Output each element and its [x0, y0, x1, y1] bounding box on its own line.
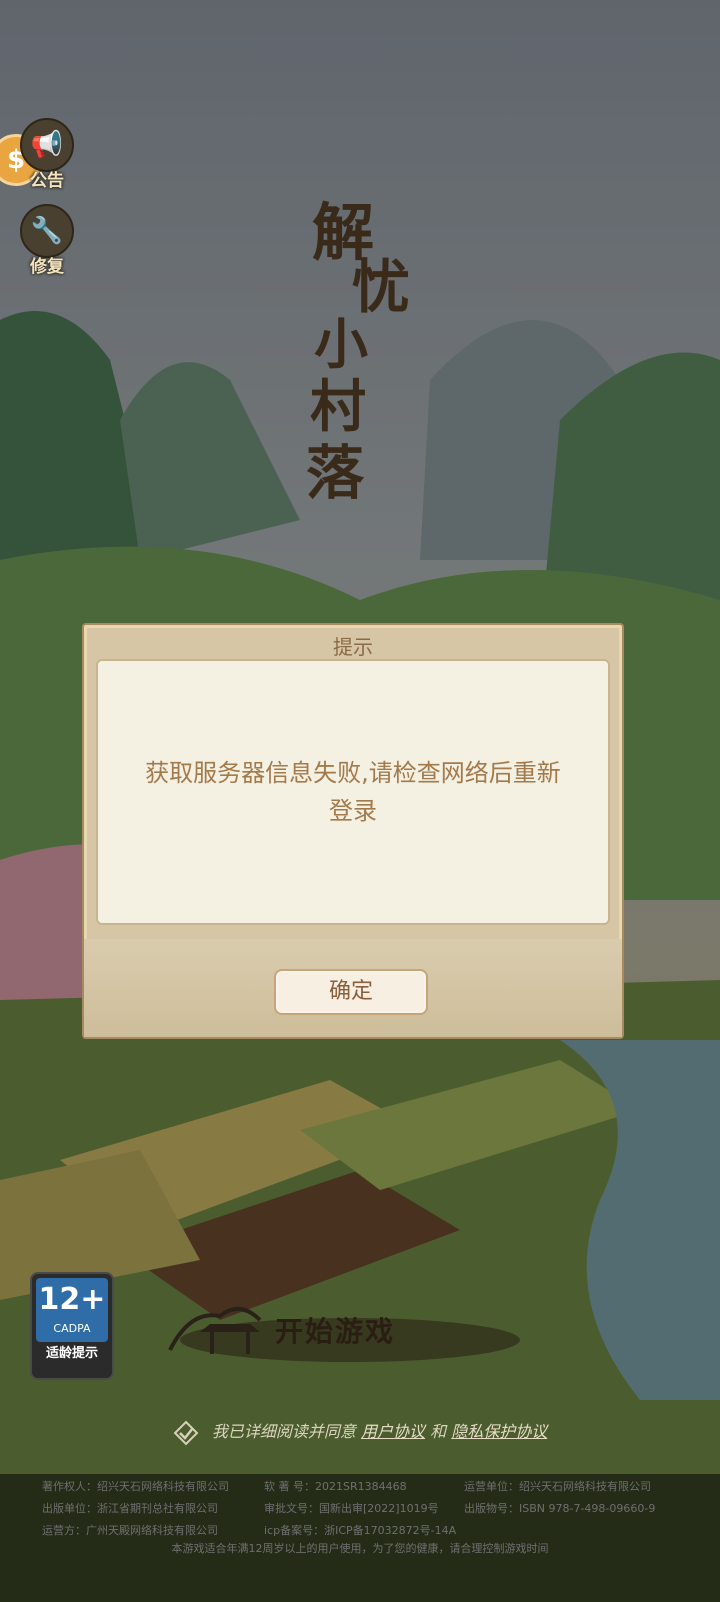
- footer-row: 运营方：广州天殿网络科技有限公司 icp备案号：浙ICP备17032872号-1…: [42, 1522, 682, 1542]
- privacy-agreement-link[interactable]: 隐私保护协议: [451, 1422, 547, 1441]
- footer-software-reg: 软 著 号：2021SR1384468: [264, 1480, 407, 1493]
- user-agreement-link[interactable]: 用户协议: [361, 1422, 425, 1441]
- age-rating-badge[interactable]: 12+ CADPA 适龄提示: [30, 1272, 114, 1380]
- dialog-body: 获取服务器信息失败,请检查网络后重新登录: [96, 659, 610, 925]
- start-game-label: 开始游戏: [275, 1315, 396, 1348]
- game-title-logo: 解 忧 小 村 落: [300, 182, 430, 507]
- wrench-icon: 🔧: [20, 204, 74, 258]
- agreement-prefix: 我已详细阅读并同意: [211, 1422, 356, 1441]
- footer-isbn: 出版物号：ISBN 978-7-498-09660-9: [464, 1502, 656, 1515]
- notice-label: 公告: [30, 171, 64, 191]
- title-char-5: 落: [306, 439, 365, 507]
- agreement-and: 和: [430, 1422, 447, 1441]
- notice-button[interactable]: 📢 公告: [18, 118, 76, 191]
- footer-operator: 运营方：广州天殿网络科技有限公司: [42, 1524, 218, 1537]
- footer-copyright-owner: 著作权人：绍兴天石网络科技有限公司: [42, 1480, 229, 1493]
- footer-approval-no: 审批文号：国新出审[2022]1019号: [264, 1502, 439, 1515]
- repair-button[interactable]: 🔧 修复: [18, 204, 76, 277]
- footer-operator-unit: 运营单位：绍兴天石网络科技有限公司: [464, 1480, 651, 1493]
- age-rating-number: 12+: [38, 1282, 106, 1317]
- agreement-checkbox[interactable]: [173, 1420, 199, 1446]
- age-rating-tip: 适龄提示: [45, 1346, 98, 1361]
- dialog-title: 提示: [333, 635, 373, 659]
- legal-footer: 著作权人：绍兴天石网络科技有限公司 软 著 号：2021SR1384468 运营…: [0, 1474, 720, 1602]
- age-rating-org: CADPA: [53, 1322, 91, 1335]
- confirm-button[interactable]: 确定: [274, 969, 428, 1015]
- age-rating-plate: 12+ CADPA: [36, 1278, 108, 1342]
- footer-publisher: 出版单位：浙江省期刊总社有限公司: [42, 1502, 218, 1515]
- megaphone-icon: 📢: [20, 118, 74, 172]
- footer-icp: icp备案号：浙ICP备17032872号-14A: [264, 1524, 457, 1537]
- agreement-row: 我已详细阅读并同意 用户协议 和 隐私保护协议: [0, 1418, 720, 1458]
- dialog-message: 获取服务器信息失败,请检查网络后重新登录: [145, 759, 561, 825]
- repair-label: 修复: [30, 257, 64, 277]
- footer-row: 著作权人：绍兴天石网络科技有限公司 软 著 号：2021SR1384468 运营…: [42, 1478, 682, 1498]
- start-game-button[interactable]: 开始游戏: [150, 1280, 530, 1380]
- footer-health-note: 本游戏适合年满12周岁以上的用户使用，为了您的健康，请合理控制游戏时间: [171, 1542, 549, 1555]
- footer-empty: [464, 1522, 682, 1542]
- footer-row: 出版单位：浙江省期刊总社有限公司 审批文号：国新出审[2022]1019号 出版…: [42, 1500, 682, 1520]
